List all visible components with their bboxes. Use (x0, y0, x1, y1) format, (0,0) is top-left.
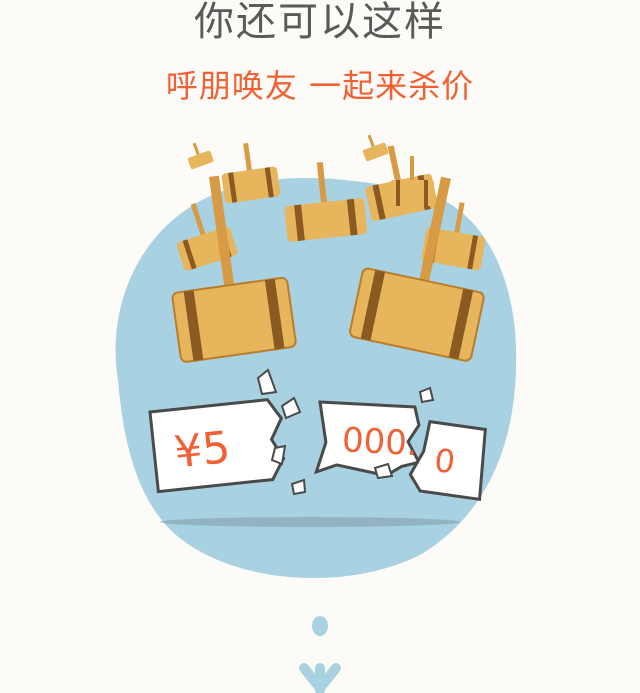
price-prefix: ¥5 (172, 422, 233, 479)
price-bargain-illustration: ¥5 000. 0 (115, 134, 517, 579)
hammer-icon (362, 134, 389, 162)
page-subtitle: 呼朋唤友 一起来杀价 (165, 67, 475, 105)
arrow-down-icon[interactable] (290, 610, 350, 693)
hammer-icon (187, 142, 214, 170)
tag-shadow (160, 517, 460, 527)
price-tag-piece-left: ¥5 (148, 398, 286, 494)
hammer-icon (221, 142, 281, 204)
page-title: 你还可以这样 (194, 0, 446, 45)
price-middle: 000. (341, 420, 419, 464)
price-tag-piece-middle: 000. (313, 400, 422, 478)
